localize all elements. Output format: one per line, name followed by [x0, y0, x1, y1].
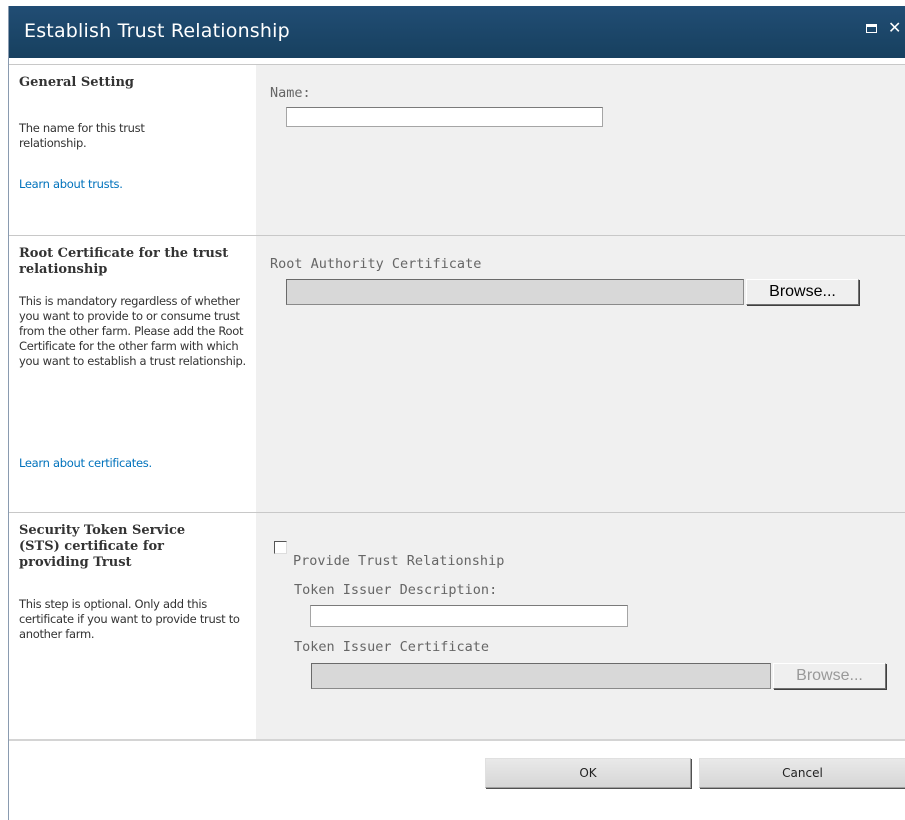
token-issuer-browse-button[interactable]: Browse... — [773, 663, 886, 689]
ok-button[interactable]: OK — [485, 758, 691, 788]
root-certificate-section: Root Certificate for the trust relations… — [9, 235, 905, 513]
dialog-titlebar: Establish Trust Relationship ✕ — [9, 6, 905, 58]
token-issuer-certificate-label: Token Issuer Certificate — [294, 639, 490, 655]
root-certificate-title: Root Certificate for the trust relations… — [19, 246, 229, 277]
footer-separator — [9, 739, 905, 741]
sts-certificate-description: This step is optional. Only add this cer… — [19, 597, 240, 641]
root-certificate-fields-panel: Root Authority Certificate Browse... — [256, 236, 905, 513]
maximize-icon[interactable] — [866, 24, 877, 33]
token-issuer-description-input[interactable] — [310, 605, 628, 627]
sts-certificate-fields-panel: Provide Trust Relationship Token Issuer … — [256, 513, 905, 740]
root-authority-certificate-file-input[interactable] — [286, 279, 744, 305]
general-setting-title: General Setting — [19, 75, 134, 90]
general-setting-description-panel: General Setting The name for this trust … — [9, 65, 256, 236]
general-setting-description: The name for this trust relationship. — [19, 121, 145, 150]
establish-trust-dialog: Establish Trust Relationship ✕ General S… — [8, 6, 905, 820]
root-certificate-description: This is mandatory regardless of whether … — [19, 294, 246, 368]
learn-about-trusts-link[interactable]: Learn about trusts. — [19, 177, 123, 191]
close-icon[interactable]: ✕ — [888, 18, 901, 37]
provide-trust-checkbox[interactable] — [274, 541, 287, 554]
name-input[interactable] — [286, 107, 603, 127]
token-issuer-certificate-file-input[interactable] — [311, 663, 771, 689]
name-label: Name: — [270, 85, 311, 101]
provide-trust-label: Provide Trust Relationship — [293, 553, 505, 569]
learn-about-certificates-link[interactable]: Learn about certificates. — [19, 456, 152, 470]
root-authority-certificate-label: Root Authority Certificate — [270, 256, 482, 272]
general-setting-fields-panel: Name: — [256, 65, 905, 236]
sts-certificate-section: Security Token Service (STS) certificate… — [9, 512, 905, 740]
sts-certificate-description-panel: Security Token Service (STS) certificate… — [9, 513, 256, 740]
root-certificate-browse-button[interactable]: Browse... — [746, 279, 859, 305]
dialog-title: Establish Trust Relationship — [24, 20, 290, 42]
token-issuer-description-label: Token Issuer Description: — [294, 582, 498, 598]
cancel-button[interactable]: Cancel — [699, 758, 905, 788]
general-setting-section: General Setting The name for this trust … — [9, 64, 905, 236]
sts-certificate-title: Security Token Service (STS) certificate… — [19, 523, 186, 570]
root-certificate-description-panel: Root Certificate for the trust relations… — [9, 236, 256, 513]
